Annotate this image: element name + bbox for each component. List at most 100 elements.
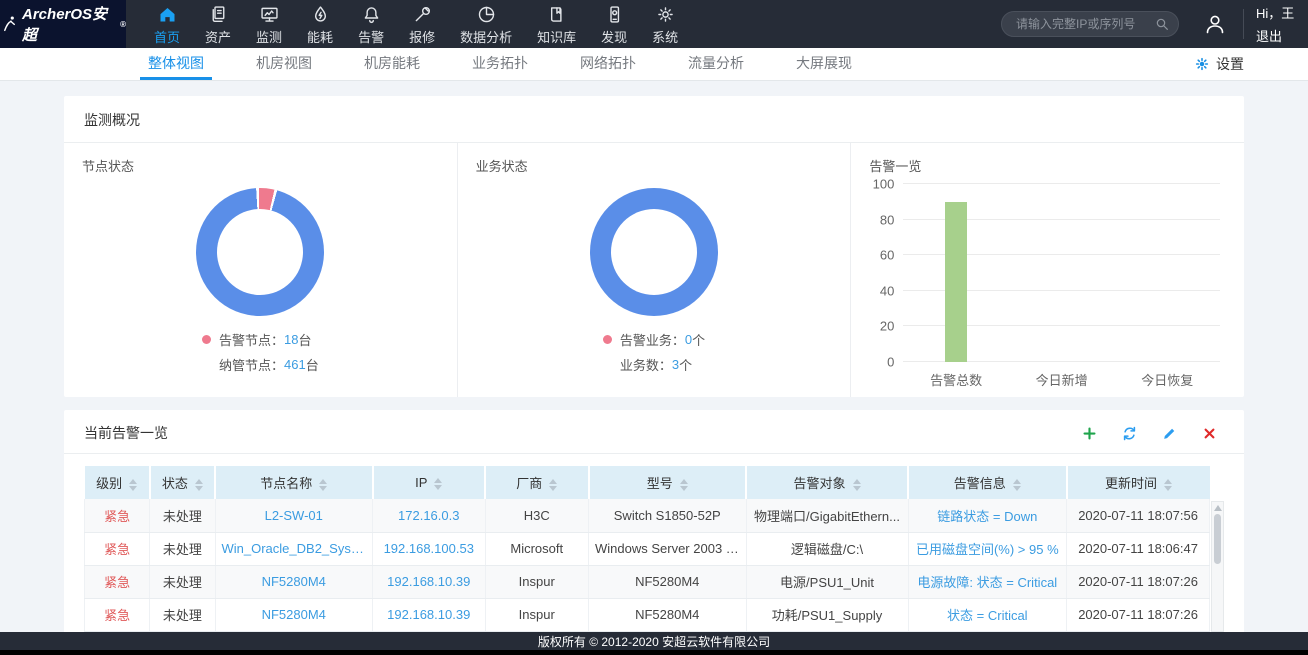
tab-overall-view[interactable]: 整体视图 (140, 48, 212, 80)
cell-alert-message[interactable]: 链路状态 = Down (908, 499, 1067, 532)
footer: 版权所有 © 2012-2020 安超云软件有限公司 (0, 632, 1308, 655)
nav-item-data-analysis[interactable]: 数据分析 (460, 3, 512, 46)
delete-button[interactable] (1200, 424, 1218, 442)
col-header-ip[interactable]: IP (373, 466, 486, 499)
legend-value: 18 (284, 332, 298, 347)
col-header-node-name[interactable]: 节点名称 (215, 466, 373, 499)
logout-link[interactable]: 退出 (1256, 26, 1300, 45)
col-header-vendor[interactable]: 厂商 (485, 466, 589, 499)
add-button[interactable] (1080, 424, 1098, 442)
nav-item-knowledge-base[interactable]: 知识库 (537, 3, 576, 46)
navbar-divider (1243, 9, 1244, 39)
cell-ip[interactable]: 192.168.10.39 (373, 565, 486, 598)
logo-text: ArcherOS安超 (22, 3, 117, 45)
system-icon (655, 4, 676, 25)
legend-label: 告警节点： (219, 330, 284, 349)
alerts-toolbar (1080, 424, 1224, 442)
cell-alert-message[interactable]: 状态 = Critical (908, 598, 1067, 631)
col-header-alert-object[interactable]: 告警对象 (746, 466, 908, 499)
y-tick-label: 0 (887, 355, 894, 370)
legend-item: 告警业务：0个 (603, 327, 705, 352)
cell-node-name[interactable]: L2-SW-01 (215, 499, 373, 532)
tab-business-topology[interactable]: 业务拓扑 (464, 48, 536, 80)
col-header-alert-message[interactable]: 告警信息 (908, 466, 1067, 499)
monitoring-icon (259, 4, 280, 25)
bar-告警总数 (945, 202, 967, 362)
cell-ip[interactable]: 192.168.100.53 (373, 532, 486, 565)
data-analysis-icon (476, 4, 497, 25)
edit-button[interactable] (1160, 424, 1178, 442)
cell-vendor: H3C (485, 499, 589, 532)
alerts-title: 当前告警一览 (84, 423, 168, 443)
tab-network-topology[interactable]: 网络拓扑 (572, 48, 644, 80)
cell-model: NF5280M4 (589, 598, 747, 631)
cell-ip[interactable]: 172.16.0.3 (373, 499, 486, 532)
nav-item-energy[interactable]: 能耗 (307, 3, 333, 46)
nav-item-alarm[interactable]: 告警 (358, 3, 384, 46)
col-header-status[interactable]: 状态 (150, 466, 215, 499)
sort-icon[interactable] (853, 479, 861, 491)
sort-icon[interactable] (434, 478, 442, 490)
cell-alert-message[interactable]: 电源故障: 状态 = Critical (908, 565, 1067, 598)
search-icon[interactable] (1154, 16, 1170, 32)
sort-icon[interactable] (1164, 479, 1172, 491)
top-navbar: ArcherOS安超® 首页资产监测能耗告警报修数据分析知识库发现系统 Hi，王… (0, 0, 1308, 48)
sort-icon[interactable] (129, 479, 137, 491)
panel-alert-overview: 告警一览 020406080100 告警总数今日新增今日恢复 (850, 143, 1244, 397)
cell-level: 紧急 (85, 565, 150, 598)
sort-icon[interactable] (680, 479, 688, 491)
cell-model: NF5280M4 (589, 565, 747, 598)
cell-vendor: Inspur (485, 598, 589, 631)
nav-item-repair[interactable]: 报修 (409, 3, 435, 46)
cell-node-name[interactable]: NF5280M4 (215, 598, 373, 631)
table-row[interactable]: 紧急未处理NF5280M4192.168.10.39InspurNF5280M4… (85, 565, 1210, 598)
legend-unit: 个 (692, 330, 705, 349)
nav-item-discovery[interactable]: 发现 (601, 3, 627, 46)
cell-alert-message[interactable]: 已用磁盘空间(%) > 95 % (908, 532, 1067, 565)
sort-icon[interactable] (195, 479, 203, 491)
cell-ip[interactable]: 192.168.10.39 (373, 598, 486, 631)
nav-item-label: 发现 (601, 27, 627, 46)
col-header-label: 告警信息 (954, 476, 1006, 491)
main-content: 监测概况 节点状态 告警节点：18台纳管节点：461台 业务状态 告警业务：0个… (0, 81, 1308, 633)
col-header-level[interactable]: 级别 (85, 466, 150, 499)
nav-item-label: 知识库 (537, 27, 576, 46)
col-header-model[interactable]: 型号 (589, 466, 747, 499)
business-status-title: 业务状态 (476, 156, 833, 175)
cell-alert-object: 电源/PSU1_Unit (746, 565, 908, 598)
cell-model: Windows Server 2003 (... (589, 532, 747, 565)
discovery-icon (604, 4, 625, 25)
table-row[interactable]: 紧急未处理L2-SW-01172.16.0.3H3CSwitch S1850-5… (85, 499, 1210, 532)
table-scrollbar[interactable] (1211, 501, 1224, 632)
view-tabs: 整体视图 机房视图 机房能耗 业务拓扑 网络拓扑 流量分析 大屏展现 (140, 48, 860, 80)
legend-unit: 台 (306, 355, 319, 374)
nav-item-home[interactable]: 首页 (154, 3, 180, 46)
tab-room-view[interactable]: 机房视图 (248, 48, 320, 80)
sort-icon[interactable] (319, 479, 327, 491)
settings-button[interactable]: 设置 (1194, 48, 1244, 80)
sort-icon[interactable] (549, 479, 557, 491)
scrollbar-thumb[interactable] (1214, 514, 1221, 564)
refresh-button[interactable] (1120, 424, 1138, 442)
tab-room-energy[interactable]: 机房能耗 (356, 48, 428, 80)
tab-big-screen[interactable]: 大屏展现 (788, 48, 860, 80)
col-header-label: 告警对象 (793, 476, 845, 491)
scrollbar-up-arrow-icon[interactable] (1214, 505, 1222, 511)
nav-item-assets[interactable]: 资产 (205, 3, 231, 46)
nav-item-monitoring[interactable]: 监测 (256, 3, 282, 46)
nav-item-label: 能耗 (307, 27, 333, 46)
legend-unit: 台 (298, 330, 311, 349)
cell-status: 未处理 (150, 532, 215, 565)
search-input[interactable] (1001, 11, 1179, 37)
table-row[interactable]: 紧急未处理Win_Oracle_DB2_Sysba...192.168.100.… (85, 532, 1210, 565)
overview-panels: 节点状态 告警节点：18台纳管节点：461台 业务状态 告警业务：0个业务数：3… (64, 143, 1244, 397)
cell-node-name[interactable]: Win_Oracle_DB2_Sysba... (215, 532, 373, 565)
table-row[interactable]: 紧急未处理NF5280M4192.168.10.39InspurNF5280M4… (85, 598, 1210, 631)
sort-icon[interactable] (1013, 479, 1021, 491)
col-header-update-time[interactable]: 更新时间 (1067, 466, 1210, 499)
nav-item-system[interactable]: 系统 (652, 3, 678, 46)
tab-traffic-analysis[interactable]: 流量分析 (680, 48, 752, 80)
app-logo[interactable]: ArcherOS安超® (0, 0, 126, 48)
cell-node-name[interactable]: NF5280M4 (215, 565, 373, 598)
user-avatar-icon[interactable] (1203, 12, 1227, 36)
